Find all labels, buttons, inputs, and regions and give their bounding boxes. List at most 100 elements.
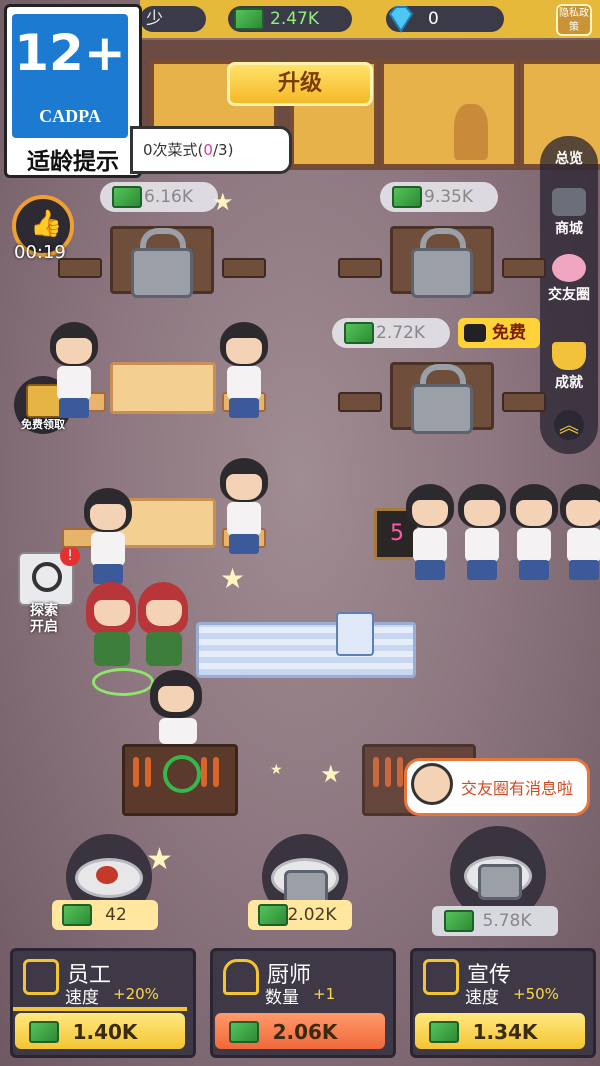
cash-icon [344, 322, 374, 344]
customer-body [413, 528, 447, 562]
customer-legs [229, 534, 259, 554]
cash-icon [392, 186, 422, 208]
skewer [201, 757, 207, 787]
age-rating-org: CADPA [39, 106, 101, 126]
upgrade-stat: 数量 [265, 988, 299, 1008]
task-text: 0次菜式( [143, 141, 204, 159]
dish-price-tag: 5.78K [432, 906, 558, 936]
video-icon [464, 324, 486, 342]
sparkle-icon: ★ [146, 842, 173, 877]
upgrade-panel-promo[interactable]: 宣传 速度 +50% 1.34K [410, 948, 596, 1058]
side-item-friends[interactable]: 交友圈 [540, 254, 598, 304]
menu-clipboard-icon[interactable] [336, 612, 374, 656]
stool [338, 392, 382, 412]
task-bar[interactable]: 0次菜式(0/3) [130, 126, 292, 174]
customer-body [465, 528, 499, 562]
serving-counter [196, 622, 416, 678]
unlock-price: 9.35K [424, 187, 473, 207]
upgrade-price: 2.06K [272, 1020, 338, 1044]
skewer [213, 757, 219, 787]
chef-body [159, 718, 197, 744]
upgrade-panel-chef[interactable]: 厨师 数量 +1 2.06K [210, 948, 396, 1058]
upgrade-bonus: +1 [313, 985, 336, 1003]
lock-icon [411, 384, 473, 434]
customer-legs [59, 398, 89, 418]
skewer [133, 757, 139, 787]
age-rating-number: 12+ [14, 24, 126, 82]
skewer [397, 757, 403, 787]
upgrade-button[interactable]: 升级 [227, 62, 373, 106]
customer-face [566, 500, 600, 526]
cash-icon [29, 1021, 59, 1043]
upgrade-buy-button[interactable]: 2.06K [215, 1013, 385, 1049]
meatball-skewer-icon [96, 866, 118, 884]
customer-face [226, 338, 262, 364]
unlock-price-tag[interactable]: 2.72K [332, 318, 450, 348]
customer-face [90, 504, 126, 530]
side-item-shop[interactable]: 商城 [540, 188, 598, 238]
privacy-button[interactable]: 隐私政策 [556, 4, 592, 36]
trophy-icon [552, 342, 586, 370]
cash-icon [62, 904, 92, 926]
selection-ring [92, 668, 154, 696]
customer-body [91, 532, 125, 566]
grill-station[interactable] [122, 744, 238, 816]
cooking-progress-icon [163, 755, 201, 793]
upgrade-bonus: +20% [113, 985, 159, 1003]
customer-face [464, 500, 500, 526]
upgrade-price: 1.40K [72, 1020, 138, 1044]
customer-legs [519, 560, 549, 580]
collapse-up-icon[interactable]: ︽ [554, 410, 584, 440]
upgrade-panel-staff[interactable]: 员工 速度 +20% 1.40K [10, 948, 196, 1058]
diamond-icon [386, 4, 416, 34]
window-silhouette [454, 104, 488, 160]
cash-icon [444, 910, 474, 932]
stool [222, 258, 266, 278]
thumbs-up-icon: 👍 [30, 209, 63, 239]
skewer [385, 757, 391, 787]
customer-legs [467, 560, 497, 580]
explore-label-2: 开启 [30, 619, 58, 635]
customer-body [567, 528, 600, 562]
cash-icon [234, 8, 264, 30]
stool [338, 258, 382, 278]
unlock-price-tag[interactable]: 9.35K [380, 182, 498, 212]
side-item-overview[interactable]: 总览 [540, 148, 598, 168]
customer-face [412, 500, 448, 526]
free-unlock-button[interactable]: 免费 [458, 318, 540, 348]
cash-icon [429, 1021, 459, 1043]
waitress-face [94, 600, 130, 626]
top-bar: 少 2.47K 0 隐私政策 [140, 0, 600, 38]
avatar [411, 763, 453, 805]
cash-icon [258, 904, 288, 926]
friends-message-bubble[interactable]: 交友圈有消息啦 [404, 758, 590, 816]
upgrade-progress-track [13, 1007, 187, 1011]
lock-icon [131, 248, 193, 298]
free-unlock-label: 免费 [492, 323, 526, 343]
side-item-label: 商城 [555, 221, 583, 237]
diamond-counter: 0 [386, 4, 504, 34]
waitress-body [146, 632, 182, 666]
lock-icon [411, 248, 473, 298]
shop-icon [552, 188, 586, 216]
waitress-body [94, 632, 130, 666]
side-menu: 总览 商城 交友圈 成就 ︽ [540, 136, 598, 454]
promo-icon [423, 959, 459, 995]
explore-button[interactable]: ! [18, 546, 80, 606]
side-item-label: 成就 [555, 375, 583, 391]
customer-legs [415, 560, 445, 580]
unlock-price-tag[interactable]: 6.16K [100, 182, 218, 212]
customer-legs [93, 564, 123, 584]
upgrade-buy-button[interactable]: 1.34K [415, 1013, 585, 1049]
magnifier-icon [32, 562, 62, 592]
upgrade-buy-button[interactable]: 1.40K [15, 1013, 185, 1049]
customer-face [56, 338, 92, 364]
cash-icon [229, 1021, 259, 1043]
cash-value: 2.47K [270, 9, 319, 29]
dining-table [110, 362, 216, 414]
cut-pill: 少 [140, 6, 206, 32]
customer-body [227, 366, 261, 400]
cash-icon [112, 186, 142, 208]
side-item-achievements[interactable]: 成就 [540, 342, 598, 392]
side-item-label: 交友圈 [548, 287, 590, 303]
